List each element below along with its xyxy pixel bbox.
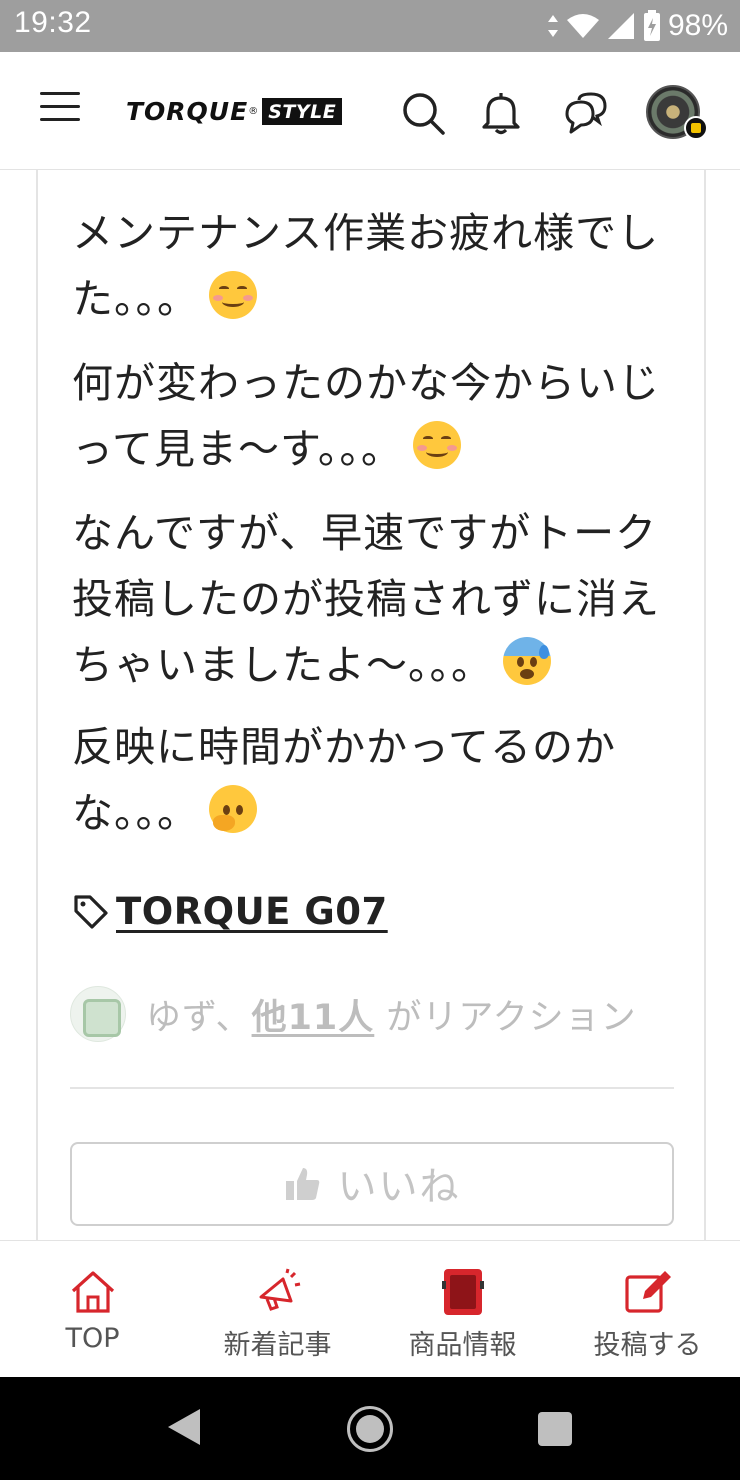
chat-bubbles-icon[interactable] [563, 90, 609, 136]
nav-item-news[interactable]: 新着記事 [185, 1241, 370, 1378]
post-paragraph-1: メンテナンス作業お疲れ様でした。。。 [72, 200, 672, 332]
thumbs-up-icon [286, 1168, 320, 1200]
logo-torque: TORQUE [126, 96, 249, 126]
nav-item-post[interactable]: 投稿する [555, 1241, 740, 1378]
nav-item-products[interactable]: 商品情報 [370, 1241, 555, 1378]
post-paragraph-text: なんですが、早速ですがトーク投稿したのが投稿されずに消えちゃいましたよ～。。。 [72, 509, 660, 689]
reaction-suffix: がリアクション [374, 997, 637, 1038]
nav-label: TOP [65, 1323, 120, 1354]
tag-icon [74, 894, 108, 929]
phone-product-icon [441, 1269, 484, 1315]
reaction-others-link[interactable]: 他11人 [252, 998, 375, 1038]
torque-style-logo[interactable]: TORQUE ® STYLE [126, 94, 343, 128]
thinking-face-emoji [209, 785, 257, 833]
data-arrows-icon [547, 15, 558, 37]
tag-label: TORQUE G07 [116, 890, 388, 933]
nav-item-top[interactable]: TOP [0, 1241, 185, 1378]
reaction-text: ゆず、他11人 がリアクション [146, 989, 637, 1040]
home-button-icon[interactable] [347, 1406, 393, 1452]
system-navigation-bar [0, 1377, 740, 1480]
reactor-avatar[interactable] [70, 986, 126, 1042]
post-paragraph-text: 反映に時間がかかってるのかな。。。 [72, 723, 616, 837]
back-icon[interactable] [168, 1409, 200, 1445]
signal-icon [607, 13, 634, 39]
hamburger-menu-icon[interactable] [40, 92, 80, 128]
compose-icon [624, 1271, 671, 1313]
notification-bell-icon[interactable] [478, 90, 524, 136]
logo-registered-mark: ® [248, 105, 259, 117]
home-icon [71, 1271, 114, 1313]
anxious-face-with-sweat-emoji [503, 637, 551, 685]
user-rank-badge [684, 116, 708, 140]
battery-icon [643, 10, 660, 41]
megaphone-icon [259, 1268, 300, 1311]
post-paragraph-3: なんですが、早速ですがトーク投稿したのが投稿されずに消えちゃいましたよ～。。。 [72, 500, 672, 698]
post-paragraph-text: メンテナンス作業お疲れ様でした。。。 [72, 209, 660, 323]
post-card: メンテナンス作業お疲れ様でした。。。 何が変わったのかな今からいじって見ま～す。… [36, 170, 706, 1240]
divider [70, 1087, 674, 1089]
app-header: TORQUE ® STYLE [0, 52, 740, 170]
like-button[interactable]: いいね [70, 1142, 674, 1226]
search-icon[interactable] [400, 90, 446, 136]
recent-apps-icon[interactable] [538, 1412, 572, 1446]
wifi-icon [566, 14, 599, 38]
battery-level: 98% [667, 9, 728, 42]
status-time: 19:32 [14, 6, 92, 39]
nav-label: 商品情報 [408, 1330, 517, 1361]
logo-style: STYLE [262, 97, 343, 125]
post-paragraph-text: 何が変わったのかな今からいじって見ま～す。。。 [72, 359, 660, 473]
reaction-summary: ゆず、他11人 がリアクション [70, 986, 637, 1042]
nav-label: 投稿する [593, 1330, 702, 1361]
status-bar: 19:32 98% [0, 0, 740, 52]
post-paragraph-4: 反映に時間がかかってるのかな。。。 [72, 714, 672, 846]
post-tag[interactable]: TORQUE G07 [72, 890, 388, 933]
nav-label: 新着記事 [223, 1330, 332, 1361]
bottom-navigation: TOP 新着記事 商品情報 投稿する [0, 1240, 740, 1377]
post-paragraph-2: 何が変わったのかな今からいじって見ま～す。。。 [72, 350, 672, 482]
smiling-face-emoji [412, 421, 461, 469]
reaction-prefix: ゆず、 [146, 997, 252, 1038]
status-icons: 98% [546, 6, 728, 46]
like-button-label: いいね [337, 1165, 461, 1210]
smiling-face-emoji [209, 271, 257, 319]
